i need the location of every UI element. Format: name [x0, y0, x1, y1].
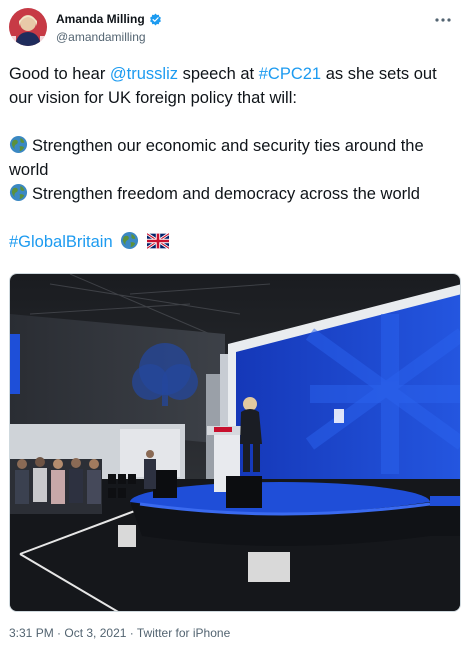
avatar[interactable] — [9, 8, 47, 46]
separator: · — [126, 626, 137, 640]
uk-flag-icon — [146, 232, 171, 250]
tweet-photo[interactable] — [9, 273, 461, 612]
bullet-text: Strengthen our economic and security tie… — [9, 137, 424, 179]
display-name[interactable]: Amanda Milling — [56, 12, 145, 26]
tweet-header: Amanda Milling @amandamilling — [0, 0, 474, 60]
tweet-paragraph-intro: Good to hear @trussliz speech at #CPC21 … — [9, 62, 465, 110]
hashtag-link[interactable]: #GlobalBritain — [9, 233, 113, 251]
tweet-time[interactable]: 3:31 PM — [9, 626, 54, 640]
tweet-paragraph-bullets: Strengthen our economic and security tie… — [9, 134, 465, 206]
globe-icon — [9, 183, 28, 202]
bullet-item: Strengthen our economic and security tie… — [9, 135, 424, 179]
more-icon[interactable] — [434, 10, 452, 28]
bullet-item: Strengthen freedom and democracy across … — [9, 183, 420, 203]
tweet-date[interactable]: Oct 3, 2021 — [64, 626, 126, 640]
tweet-paragraph-hashtags: #GlobalBritain — [9, 230, 465, 254]
verified-badge-icon — [149, 13, 162, 26]
bullet-text: Strengthen freedom and democracy across … — [32, 185, 420, 203]
tweet-source: Twitter for iPhone — [136, 626, 231, 640]
globe-icon — [120, 231, 139, 250]
tweet-text: Good to hear @trussliz speech at #CPC21 … — [9, 60, 465, 254]
globe-icon — [9, 135, 28, 154]
user-handle[interactable]: @amandamilling — [56, 30, 146, 44]
mention-link[interactable]: @trussliz — [110, 65, 178, 83]
tweet-metadata: 3:31 PM · Oct 3, 2021 · Twitter for iPho… — [9, 626, 230, 640]
name-row: Amanda Milling — [56, 12, 162, 26]
text-segment: Good to hear — [9, 65, 110, 83]
hashtag-link[interactable]: #CPC21 — [259, 65, 321, 83]
separator: · — [53, 626, 65, 640]
text-segment: speech at — [178, 65, 259, 83]
